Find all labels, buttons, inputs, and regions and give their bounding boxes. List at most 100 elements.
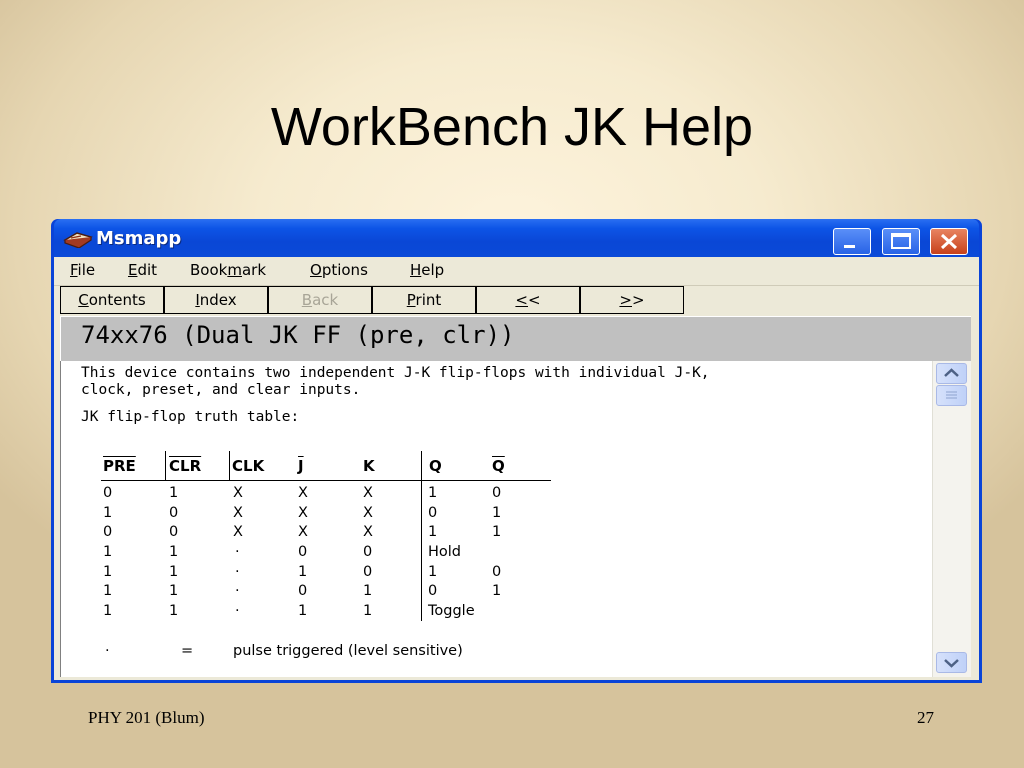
table-cell: 1	[169, 603, 179, 619]
topic-description: This device contains two independent J-K…	[81, 365, 710, 398]
table-divider-2	[229, 451, 230, 481]
menu-edit[interactable]: Edit	[128, 261, 157, 279]
footnote-symbol: ·	[105, 643, 110, 659]
header-j: J	[298, 457, 304, 475]
browse-next-button[interactable]: >>	[580, 286, 684, 314]
table-cell: X	[233, 505, 243, 521]
scroll-thumb-grip-icon	[946, 391, 957, 399]
menu-help[interactable]: Help	[410, 261, 444, 279]
table-cell: 1	[103, 564, 113, 580]
table-cell: 0	[363, 564, 373, 580]
menu-bar: File Edit Bookmark Options Help	[54, 257, 979, 286]
table-cell: 1	[428, 524, 438, 540]
table-cell: 1	[169, 564, 179, 580]
table-cell: 1	[428, 564, 438, 580]
table-cell: 1	[103, 544, 113, 560]
table-cell: 0	[103, 524, 113, 540]
table-cell: 0	[492, 485, 502, 501]
table-cell: ·	[235, 583, 240, 599]
browse-previous-button[interactable]: <<	[476, 286, 580, 314]
minimize-button[interactable]	[833, 228, 871, 255]
table-cell: 1	[363, 603, 373, 619]
table-cell: 1	[103, 505, 113, 521]
header-clk: CLK	[232, 457, 265, 475]
table-cell: 0	[169, 505, 179, 521]
table-cell: X	[363, 505, 373, 521]
help-toolbar: Contents Index Back Print << >>	[60, 286, 976, 316]
header-clr: CLR	[169, 457, 202, 475]
table-cell: X	[363, 524, 373, 540]
menu-options[interactable]: Options	[310, 261, 368, 279]
slide-page-number: 27	[917, 708, 934, 727]
table-cell: X	[363, 485, 373, 501]
scroll-up-button[interactable]	[936, 363, 967, 384]
close-icon	[940, 233, 958, 250]
topic-content: This device contains two independent J-K…	[60, 361, 933, 677]
table-cell: X	[233, 524, 243, 540]
maximize-button[interactable]	[882, 228, 920, 255]
topic-heading-bar: 74xx76 (Dual JK FF (pre, clr))	[60, 316, 971, 361]
menu-file[interactable]: File	[70, 261, 95, 279]
slide-title: WorkBench JK Help	[270, 97, 754, 157]
chevron-down-icon	[944, 659, 959, 668]
table-cell: 0	[298, 544, 308, 560]
help-window: Msmapp File Edit Bookmark Options Help C…	[51, 219, 982, 683]
table-cell: Toggle	[428, 603, 475, 619]
table-cell: ·	[235, 564, 240, 580]
table-cell: 1	[363, 583, 373, 599]
window-title: Msmapp	[96, 228, 182, 249]
table-cell: 1	[169, 583, 179, 599]
table-cell: 1	[103, 583, 113, 599]
footnote-equals: =	[181, 643, 194, 659]
table-cell: 0	[428, 505, 438, 521]
table-divider-1	[165, 451, 166, 481]
header-q: Q	[429, 457, 442, 475]
table-divider-output	[421, 451, 422, 621]
table-cell: X	[298, 524, 308, 540]
table-cell: 0	[492, 564, 502, 580]
help-book-icon	[63, 232, 93, 248]
chevron-up-icon	[944, 368, 959, 377]
close-button[interactable]	[930, 228, 968, 255]
header-q-bar: Q	[492, 457, 505, 475]
vertical-scrollbar[interactable]	[932, 361, 971, 677]
table-header-rule	[101, 480, 551, 481]
slide-footer-course: PHY 201 (Blum)	[88, 708, 205, 727]
table-cell: 1	[103, 603, 113, 619]
table-cell: 1	[169, 485, 179, 501]
table-cell: 0	[169, 524, 179, 540]
table-cell: 0	[363, 544, 373, 560]
table-cell: 1	[492, 505, 502, 521]
table-cell: 1	[298, 603, 308, 619]
maximize-icon	[891, 233, 911, 249]
table-cell: 0	[428, 583, 438, 599]
window-titlebar[interactable]: Msmapp	[54, 219, 979, 257]
contents-button[interactable]: Contents	[60, 286, 164, 314]
table-cell: 1	[492, 524, 502, 540]
table-cell: 1	[169, 544, 179, 560]
table-cell: ·	[235, 603, 240, 619]
window-client-area: File Edit Bookmark Options Help Contents…	[54, 257, 979, 680]
back-button[interactable]: Back	[268, 286, 372, 314]
table-cell: 0	[298, 583, 308, 599]
table-cell: X	[233, 485, 243, 501]
table-cell: ·	[235, 544, 240, 560]
scroll-thumb[interactable]	[936, 385, 967, 406]
minimize-icon	[844, 245, 855, 248]
header-pre: PRE	[103, 457, 136, 475]
table-cell: Hold	[428, 544, 462, 560]
footnote-text: pulse triggered (level sensitive)	[233, 643, 463, 659]
table-cell: 1	[298, 564, 308, 580]
table-cell: 0	[103, 485, 113, 501]
print-button[interactable]: Print	[372, 286, 476, 314]
table-cell: X	[298, 505, 308, 521]
scroll-down-button[interactable]	[936, 652, 967, 673]
header-k: K	[363, 457, 375, 475]
index-button[interactable]: Index	[164, 286, 268, 314]
table-cell: X	[298, 485, 308, 501]
truth-table-title: JK flip-flop truth table:	[81, 409, 300, 425]
topic-heading: 74xx76 (Dual JK FF (pre, clr))	[81, 321, 515, 349]
table-cell: 1	[492, 583, 502, 599]
table-cell: 1	[428, 485, 438, 501]
menu-bookmark[interactable]: Bookmark	[190, 261, 266, 279]
